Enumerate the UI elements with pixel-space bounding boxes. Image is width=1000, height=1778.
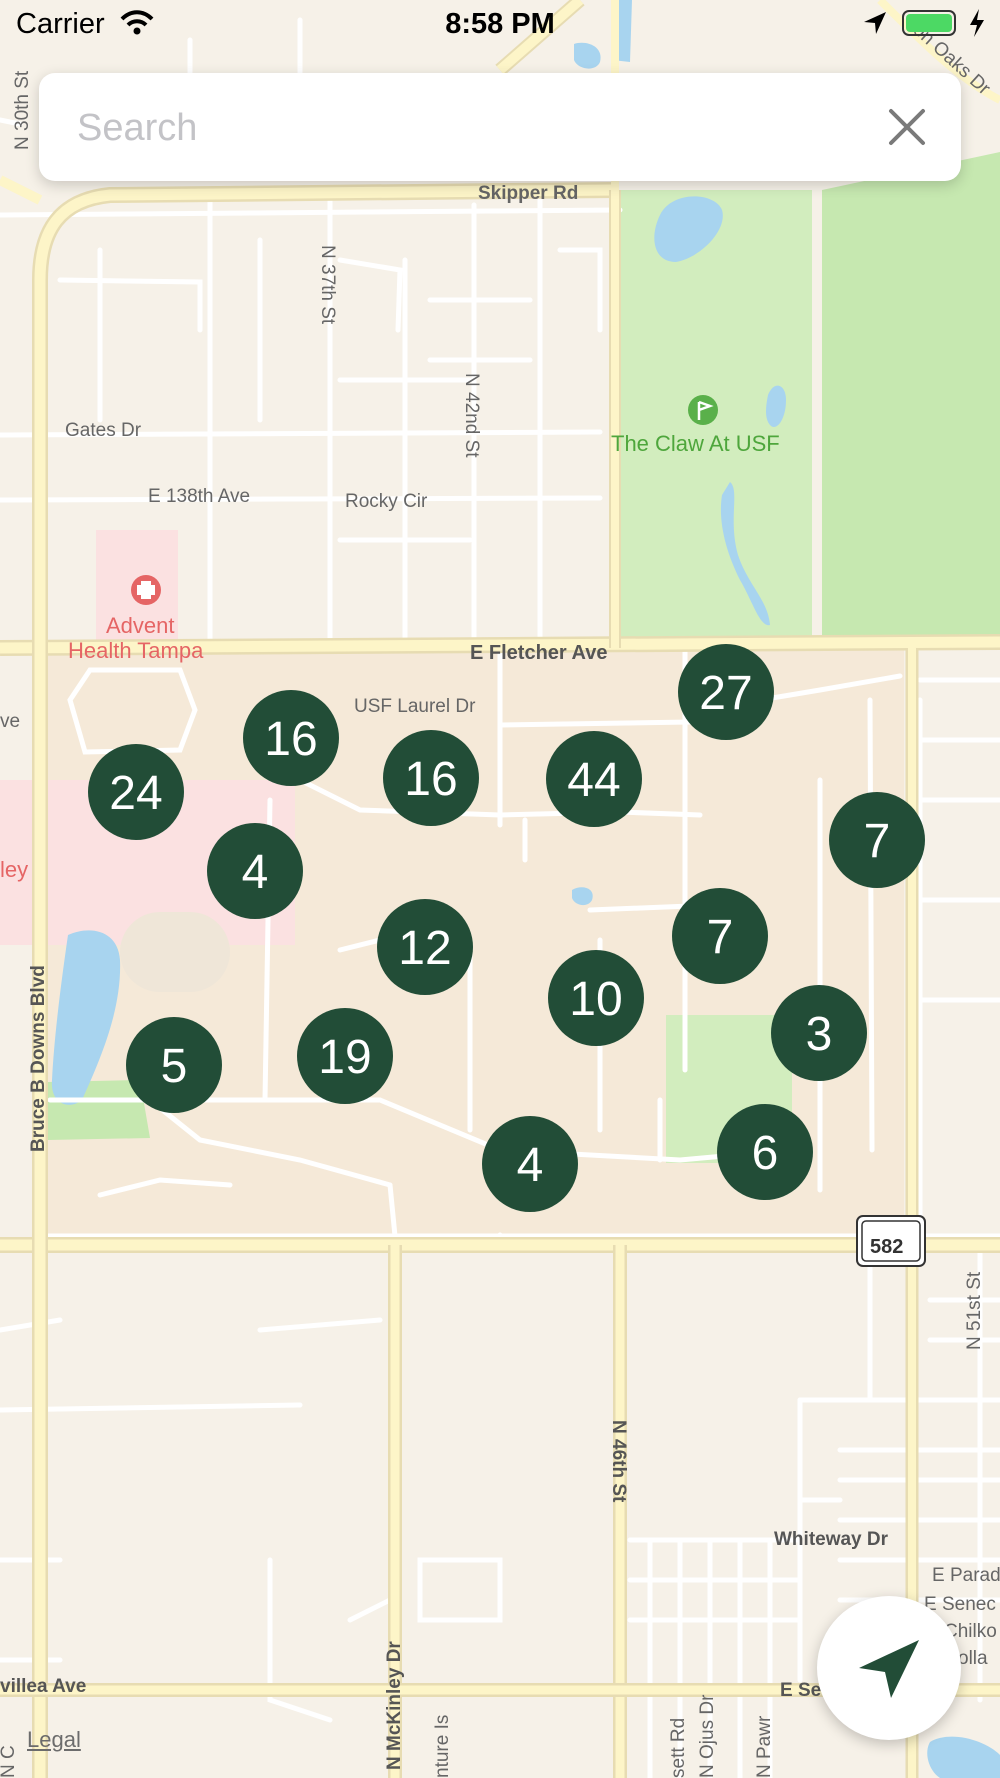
- cluster-marker[interactable]: 12: [377, 899, 473, 995]
- road-label: N 42nd St: [461, 373, 482, 458]
- cluster-marker[interactable]: 3: [771, 985, 867, 1081]
- locate-me-button[interactable]: [817, 1596, 961, 1740]
- road-label: N 51st St: [964, 1271, 985, 1350]
- cluster-marker[interactable]: 27: [678, 644, 774, 740]
- close-icon[interactable]: [883, 103, 931, 151]
- road-label: N McKinley Dr: [384, 1641, 405, 1770]
- cluster-count: 6: [752, 1127, 779, 1180]
- poi-label: ley: [0, 857, 28, 882]
- location-arrow-icon: [864, 12, 886, 34]
- road-label: Gates Dr: [65, 420, 142, 441]
- cluster-count: 7: [864, 815, 891, 868]
- cluster-marker[interactable]: 5: [126, 1017, 222, 1113]
- cluster-count: 27: [699, 667, 752, 720]
- cluster-marker[interactable]: 16: [383, 730, 479, 826]
- road-label: Whiteway Dr: [774, 1529, 889, 1550]
- road-label: Rocky Cir: [345, 491, 428, 512]
- cluster-count: 4: [242, 846, 269, 899]
- navigation-arrow-icon: [859, 1640, 919, 1698]
- road-label: E Se: [780, 1680, 821, 1701]
- road-label: villea Ave: [0, 1676, 86, 1697]
- road-label: E Parad: [932, 1565, 1000, 1586]
- cluster-count: 3: [806, 1008, 833, 1061]
- road-label: E 138th Ave: [148, 486, 250, 507]
- road-label: USF Laurel Dr: [354, 696, 476, 717]
- road-label: sett Rd: [668, 1718, 689, 1778]
- road-label: Bruce B Downs Blvd: [28, 965, 49, 1152]
- cluster-count: 10: [569, 973, 622, 1026]
- cluster-count: 5: [161, 1040, 188, 1093]
- cluster-marker[interactable]: 7: [672, 888, 768, 984]
- route-582-label: 582: [870, 1236, 903, 1258]
- cluster-marker[interactable]: 4: [207, 823, 303, 919]
- search-input[interactable]: [75, 95, 879, 161]
- road-label: olla: [958, 1648, 988, 1669]
- cluster-marker[interactable]: 10: [548, 950, 644, 1046]
- cluster-marker[interactable]: 24: [88, 744, 184, 840]
- road-label: N 30th St: [12, 70, 33, 150]
- golf-course-east: [822, 152, 1000, 640]
- cluster-count: 4: [517, 1139, 544, 1192]
- cluster-count: 12: [398, 922, 451, 975]
- road-label: N Ojus Dr: [697, 1694, 718, 1778]
- road-label: N Pawr: [754, 1715, 775, 1778]
- battery-icon: [902, 10, 956, 36]
- cluster-marker[interactable]: 7: [829, 792, 925, 888]
- cluster-count: 16: [404, 753, 457, 806]
- wifi-icon: [120, 10, 154, 35]
- cluster-marker[interactable]: 4: [482, 1116, 578, 1212]
- cluster-marker[interactable]: 16: [243, 690, 339, 786]
- golf-icon[interactable]: [688, 395, 718, 425]
- cluster-count: 16: [264, 713, 317, 766]
- road-label: E Fletcher Ave: [470, 642, 607, 664]
- cluster-count: 7: [707, 911, 734, 964]
- cluster-marker[interactable]: 6: [717, 1104, 813, 1200]
- hospital-icon[interactable]: [131, 575, 161, 605]
- cluster-marker[interactable]: 19: [297, 1008, 393, 1104]
- carrier-label: Carrier: [16, 8, 105, 40]
- cluster-count: 19: [318, 1031, 371, 1084]
- cluster-count: 24: [109, 767, 162, 820]
- road-label: nture Is: [432, 1715, 453, 1778]
- campus-field: [120, 912, 230, 992]
- poi-label: The Claw At USF: [611, 431, 780, 456]
- road-label: N 37th St: [317, 245, 338, 325]
- legal-link[interactable]: Legal: [27, 1727, 81, 1753]
- cluster-marker[interactable]: 44: [546, 731, 642, 827]
- road-label: ve: [0, 711, 20, 732]
- cluster-count: 44: [567, 754, 620, 807]
- road-label: N C: [0, 1745, 19, 1778]
- map-canvas[interactable]: N 30th St Skipper Rd Jon Oaks Dr N 37th …: [0, 0, 1000, 1778]
- road-label: Skipper Rd: [478, 183, 578, 204]
- search-bar: [39, 73, 961, 181]
- road-label: N 46th St: [608, 1420, 629, 1503]
- status-bar: Carrier 8:58 PM: [0, 0, 1000, 50]
- bolt-icon: [970, 9, 984, 37]
- poi-label: Health Tampa: [68, 638, 204, 663]
- poi-label: Advent: [106, 613, 175, 638]
